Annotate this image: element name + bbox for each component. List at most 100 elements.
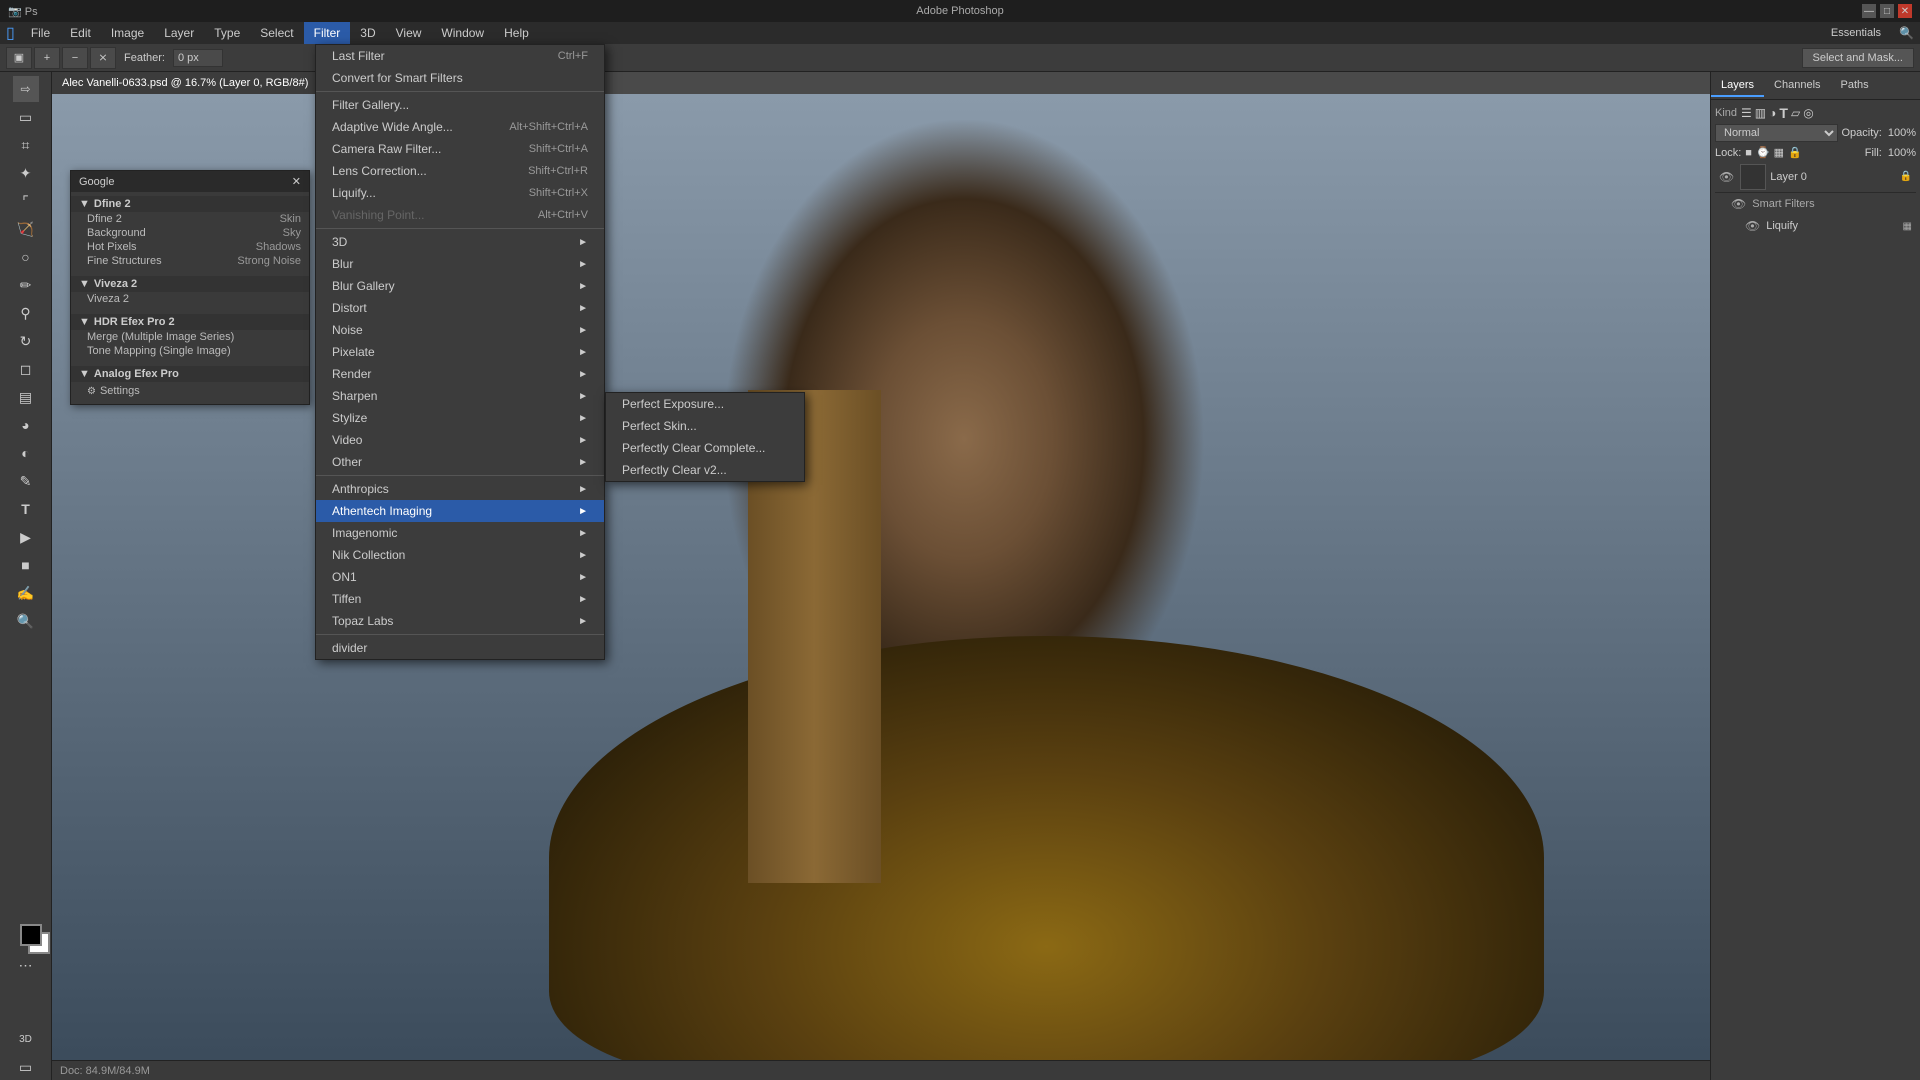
- history-brush-btn[interactable]: ↻: [13, 328, 39, 354]
- lock-move-icon[interactable]: ⌚: [1756, 146, 1770, 159]
- athentech-perfectly-clear-complete[interactable]: Perfectly Clear Complete...: [606, 437, 804, 459]
- athentech-perfectly-clear-v2[interactable]: Perfectly Clear v2...: [606, 459, 804, 481]
- blend-mode-select[interactable]: Normal: [1715, 124, 1838, 142]
- menu-file[interactable]: File: [21, 22, 60, 44]
- filter-render[interactable]: Render ►: [316, 363, 604, 385]
- filter-3d[interactable]: 3D ►: [316, 231, 604, 253]
- filter-athentech[interactable]: Athentech Imaging ►: [316, 500, 604, 522]
- hand-tool-btn[interactable]: ✍: [13, 580, 39, 606]
- filter-tiffen[interactable]: Tiffen ►: [316, 588, 604, 610]
- hdr-header[interactable]: ▼ HDR Efex Pro 2: [71, 314, 309, 330]
- menu-type[interactable]: Type: [204, 22, 250, 44]
- filter-vanishing-point[interactable]: Vanishing Point... Alt+Ctrl+V: [316, 204, 604, 226]
- eyedropper-tool-btn[interactable]: 🏹: [13, 216, 39, 242]
- filter-anthropics[interactable]: Anthropics ►: [316, 478, 604, 500]
- menu-bar[interactable]: ▯ File Edit Image Layer Type Select Filt…: [0, 22, 1920, 44]
- menu-image[interactable]: Image: [101, 22, 154, 44]
- filter-stylize[interactable]: Stylize ►: [316, 407, 604, 429]
- kind-shape-icon[interactable]: ▱: [1791, 106, 1800, 120]
- window-controls[interactable]: — □ ✕: [1862, 4, 1912, 18]
- kind-adjust-icon[interactable]: ◑: [1769, 106, 1776, 120]
- clone-stamp-btn[interactable]: ⚲: [13, 300, 39, 326]
- select-mask-btn[interactable]: Select and Mask...: [1802, 48, 1915, 68]
- filter-liquify[interactable]: Liquify... Shift+Ctrl+X: [316, 182, 604, 204]
- lock-pixel-icon[interactable]: ■: [1745, 147, 1752, 159]
- menu-ps[interactable]: ▯: [0, 22, 21, 44]
- kind-text-icon[interactable]: T: [1779, 106, 1788, 120]
- healing-brush-btn[interactable]: ○: [13, 244, 39, 270]
- filter-pixelate[interactable]: Pixelate ►: [316, 341, 604, 363]
- liquify-visibility[interactable]: 👁: [1745, 219, 1760, 233]
- channels-tab[interactable]: Channels: [1764, 75, 1830, 97]
- dodge-tool-btn[interactable]: ◐: [13, 440, 39, 466]
- shape-tool-btn[interactable]: ■: [13, 552, 39, 578]
- zoom-tool-btn[interactable]: 🔍: [13, 608, 39, 634]
- path-selection-btn[interactable]: ▶: [13, 524, 39, 550]
- hdr-row-0[interactable]: Merge (Multiple Image Series): [71, 330, 309, 344]
- menu-view[interactable]: View: [386, 22, 432, 44]
- lock-artboard-icon[interactable]: ▦: [1774, 146, 1784, 159]
- hdr-row-1[interactable]: Tone Mapping (Single Image): [71, 344, 309, 358]
- type-tool-btn[interactable]: T: [13, 496, 39, 522]
- filter-blur-gallery[interactable]: Blur Gallery ►: [316, 275, 604, 297]
- athentech-perfect-exposure[interactable]: Perfect Exposure...: [606, 393, 804, 415]
- foreground-color-swatch[interactable]: [20, 924, 42, 946]
- viveza-header[interactable]: ▼ Viveza 2: [71, 276, 309, 292]
- analog-settings-row[interactable]: ⚙ Settings: [71, 382, 309, 400]
- kind-pixel-icon[interactable]: ▥: [1755, 106, 1766, 120]
- magic-wand-tool-btn[interactable]: ✦: [13, 160, 39, 186]
- filter-nik-collection[interactable]: Nik Collection ►: [316, 544, 604, 566]
- layer-0-visibility[interactable]: 👁: [1719, 170, 1734, 184]
- filter-topaz-labs[interactable]: Topaz Labs ►: [316, 610, 604, 632]
- filter-last-filter[interactable]: Last Filter Ctrl+F: [316, 45, 604, 67]
- subtract-selection-btn[interactable]: −: [62, 47, 88, 69]
- menu-window[interactable]: Window: [431, 22, 494, 44]
- filter-browse-online[interactable]: divider: [316, 637, 604, 659]
- crop-tool-btn[interactable]: ⌜: [13, 188, 39, 214]
- add-selection-btn[interactable]: +: [34, 47, 60, 69]
- menu-filter[interactable]: Filter: [304, 22, 351, 44]
- filter-sharpen[interactable]: Sharpen ►: [316, 385, 604, 407]
- marquee-tool-btn[interactable]: ▭: [13, 104, 39, 130]
- frame-tool-btn[interactable]: ▭: [13, 1054, 39, 1080]
- maximize-btn[interactable]: □: [1880, 4, 1894, 18]
- filter-video[interactable]: Video ►: [316, 429, 604, 451]
- 3d-mode-btn[interactable]: 3D: [13, 1026, 39, 1052]
- close-btn[interactable]: ✕: [1898, 4, 1912, 18]
- nik-panel-close[interactable]: ✕: [292, 175, 301, 188]
- search-icon[interactable]: 🔍: [1893, 26, 1920, 40]
- menu-layer[interactable]: Layer: [154, 22, 204, 44]
- filter-lens-correction[interactable]: Lens Correction... Shift+Ctrl+R: [316, 160, 604, 182]
- liquify-filter-item[interactable]: 👁 Liquify ▦: [1715, 215, 1916, 237]
- lock-all-icon[interactable]: 🔒: [1788, 146, 1802, 159]
- menu-edit[interactable]: Edit: [60, 22, 101, 44]
- filter-camera-raw[interactable]: Camera Raw Filter... Shift+Ctrl+A: [316, 138, 604, 160]
- blur-tool-btn[interactable]: ◕: [13, 412, 39, 438]
- kind-smart-icon[interactable]: ◎: [1803, 106, 1813, 120]
- filter-other[interactable]: Other ►: [316, 451, 604, 473]
- eraser-tool-btn[interactable]: ◻: [13, 356, 39, 382]
- filter-adaptive-wide[interactable]: Adaptive Wide Angle... Alt+Shift+Ctrl+A: [316, 116, 604, 138]
- feather-input[interactable]: [173, 49, 223, 67]
- brush-tool-btn[interactable]: ✏: [13, 272, 39, 298]
- dfine-header[interactable]: ▼ Dfine 2: [71, 196, 309, 212]
- filter-gallery[interactable]: Filter Gallery...: [316, 94, 604, 116]
- analog-header[interactable]: ▼ Analog Efex Pro: [71, 366, 309, 382]
- layer-0-item[interactable]: 👁 Layer 0 🔒: [1715, 161, 1916, 193]
- new-selection-btn[interactable]: ▣: [6, 47, 32, 69]
- athentech-perfect-skin[interactable]: Perfect Skin...: [606, 415, 804, 437]
- filter-on1[interactable]: ON1 ►: [316, 566, 604, 588]
- menu-3d[interactable]: 3D: [350, 22, 385, 44]
- filter-blur[interactable]: Blur ►: [316, 253, 604, 275]
- kind-all-icon[interactable]: ☰: [1741, 106, 1752, 120]
- menu-select[interactable]: Select: [250, 22, 303, 44]
- menu-help[interactable]: Help: [494, 22, 539, 44]
- minimize-btn[interactable]: —: [1862, 4, 1876, 18]
- gradient-tool-btn[interactable]: ▤: [13, 384, 39, 410]
- doc-tab[interactable]: Alec Vanelli-0633.psd @ 16.7% (Layer 0, …: [52, 72, 319, 94]
- move-tool-btn[interactable]: ⇨: [13, 76, 39, 102]
- paths-tab[interactable]: Paths: [1831, 75, 1879, 97]
- filter-convert-smart[interactable]: Convert for Smart Filters: [316, 67, 604, 89]
- lasso-tool-btn[interactable]: ⌗: [13, 132, 39, 158]
- filter-imagenomic[interactable]: Imagenomic ►: [316, 522, 604, 544]
